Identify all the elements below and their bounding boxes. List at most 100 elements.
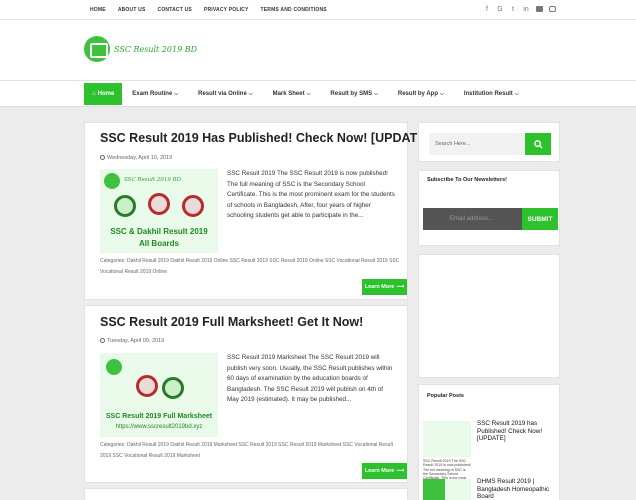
ad-widget bbox=[418, 254, 560, 378]
category-link[interactable]: SSC Result 2019 Online bbox=[269, 258, 323, 264]
popular-title: Popular Posts bbox=[427, 393, 464, 399]
category-link[interactable]: Dakhil Result 2019 bbox=[127, 258, 169, 264]
top-nav-about[interactable]: ABOUT US bbox=[112, 7, 152, 13]
popular-thumbnail[interactable] bbox=[423, 479, 471, 500]
thumb-caption: SSC Result 2019 Full Marksheet bbox=[105, 413, 213, 420]
chevron-down-icon: ⌵ bbox=[306, 91, 311, 97]
post-title[interactable]: SSC Result 2019 Has Published! Check Now… bbox=[100, 131, 430, 145]
top-nav-terms[interactable]: TERMS AND CONDITIONS bbox=[255, 7, 333, 13]
logo-badge-icon bbox=[84, 36, 110, 62]
nav-label: Result by App bbox=[397, 91, 439, 97]
category-link[interactable]: Dakhil Result 2019 Online bbox=[170, 258, 228, 264]
post-date-text: Wednesday, April 10, 2019 bbox=[107, 155, 173, 161]
board-seal-icon bbox=[182, 195, 204, 217]
category-link[interactable]: SSC Result 2019 Marksheet bbox=[278, 442, 341, 448]
board-seal-icon bbox=[423, 430, 435, 442]
nav-result-app[interactable]: Result by App ⌵ bbox=[388, 83, 454, 105]
search-widget: Search Here... bbox=[418, 122, 560, 162]
thumb-logo-icon bbox=[106, 359, 122, 375]
logo-badge-icon bbox=[423, 479, 445, 500]
top-nav-contact[interactable]: CONTACT US bbox=[152, 7, 198, 13]
board-seal-icon bbox=[162, 377, 184, 399]
nav-institution-result[interactable]: Institution Result ⌵ bbox=[454, 83, 529, 105]
categories-label: Categories: bbox=[100, 258, 126, 264]
clock-icon bbox=[100, 338, 105, 343]
top-nav: HOME ABOUT US CONTACT US PRIVACY POLICY … bbox=[84, 0, 333, 20]
post-date: Tuesday, April 09, 2019 bbox=[100, 338, 164, 344]
post-excerpt: SSC Result 2019 The SSC Result 2019 is n… bbox=[227, 170, 395, 220]
home-icon: ⌂ bbox=[92, 91, 96, 97]
post-categories: Categories: Dakhil Result 2019 Dakhil Re… bbox=[100, 440, 400, 462]
nav-exam-routine[interactable]: Exam Routine ⌵ bbox=[122, 83, 188, 105]
top-nav-home[interactable]: HOME bbox=[84, 7, 112, 13]
category-link[interactable]: SSC Vocational Result 2019 bbox=[325, 258, 388, 264]
post-thumbnail[interactable]: SSC Result 2019 BD SSC & Dakhil Result 2… bbox=[100, 169, 218, 253]
board-seal-icon bbox=[148, 193, 170, 215]
categories-label: Categories: bbox=[100, 442, 126, 448]
facebook-icon[interactable]: f bbox=[483, 6, 491, 14]
category-link[interactable]: SSC Vocational Result 2019 Marksheet bbox=[113, 453, 201, 459]
nav-home-label: Home bbox=[97, 91, 115, 97]
popular-post-title[interactable]: SSC Result 2019 has Published! Check Now… bbox=[477, 420, 557, 443]
youtube-icon[interactable] bbox=[535, 5, 543, 15]
nav-label: Result by SMS bbox=[330, 91, 373, 97]
google-plus-icon[interactable]: G bbox=[496, 6, 504, 14]
nav-label: Institution Result bbox=[463, 91, 513, 97]
chevron-down-icon: ⌵ bbox=[374, 91, 378, 97]
clock-icon bbox=[100, 155, 105, 160]
search-input[interactable]: Search Here... bbox=[429, 133, 525, 155]
category-link[interactable]: Dakhil Result 2019 Marksheet bbox=[170, 442, 237, 448]
learn-more-button[interactable]: Learn More ⟶ bbox=[362, 463, 407, 479]
thumb-caption-sub: All Boards bbox=[138, 239, 179, 248]
top-nav-privacy[interactable]: PRIVACY POLICY bbox=[198, 7, 255, 13]
chevron-down-icon: ⌵ bbox=[440, 91, 444, 97]
nav-result-sms[interactable]: Result by SMS ⌵ bbox=[320, 83, 387, 105]
site-header: SSC Result 2019 BD bbox=[0, 20, 636, 81]
category-link[interactable]: SSC Result 2019 bbox=[238, 442, 276, 448]
submit-button[interactable]: SUBMIT bbox=[522, 208, 558, 230]
board-seal-icon bbox=[114, 195, 136, 217]
social-links: f G t in bbox=[483, 0, 556, 20]
post-categories: Categories: Dakhil Result 2019 Dakhil Re… bbox=[100, 256, 400, 278]
learn-more-button[interactable]: Learn More ⟶ bbox=[362, 279, 407, 295]
post-title[interactable]: SSC Result 2019 Full Marksheet! Get It N… bbox=[100, 315, 363, 329]
popular-post-title[interactable]: DHMS Result 2019 | Bangladesh Homeopathi… bbox=[477, 478, 557, 500]
nav-label: Result via Online bbox=[198, 91, 247, 97]
email-field[interactable]: Email address... bbox=[423, 208, 522, 230]
board-seal-icon bbox=[423, 442, 435, 454]
thumb-logo-icon bbox=[423, 421, 432, 430]
post-excerpt: SSC Result 2019 Marksheet The SSC Result… bbox=[227, 354, 393, 404]
search-icon bbox=[533, 139, 543, 149]
category-link[interactable]: Dakhil Result 2019 bbox=[127, 442, 169, 448]
top-bar: HOME ABOUT US CONTACT US PRIVACY POLICY … bbox=[0, 0, 636, 20]
nav-label: Exam Routine bbox=[132, 91, 173, 97]
site-logo[interactable]: SSC Result 2019 BD bbox=[84, 36, 197, 62]
thumb-caption: SSC & Dakhil Result 2019 bbox=[110, 227, 208, 236]
post-date: Wednesday, April 10, 2019 bbox=[100, 155, 172, 161]
post-date-text: Tuesday, April 09, 2019 bbox=[107, 338, 165, 344]
nav-label: Mark Sheet bbox=[272, 91, 305, 97]
post-card: SSC Result 2019 Has Published! Check Now… bbox=[84, 122, 430, 300]
post-thumbnail[interactable]: SSC Result 2019 Full Marksheet https://w… bbox=[100, 353, 218, 437]
search-button[interactable] bbox=[525, 133, 551, 155]
category-link[interactable]: SSC Result 2019 bbox=[230, 258, 268, 264]
popular-posts-widget: Popular Posts SSC Result 2019 has Publis… bbox=[418, 384, 560, 500]
thumb-logo-icon bbox=[104, 173, 120, 189]
chevron-down-icon: ⌵ bbox=[514, 91, 519, 97]
nav-result-online[interactable]: Result via Online ⌵ bbox=[188, 83, 262, 105]
thumb-caption-sub: https://www.sscresult2019bd.xyz bbox=[115, 424, 203, 430]
post-card: SSC Result 2019 Full Marksheet! Get It N… bbox=[84, 305, 408, 483]
newsletter-title: Subscribe To Our Newsletters! bbox=[427, 177, 507, 183]
linkedin-icon[interactable]: in bbox=[522, 6, 530, 14]
twitter-icon[interactable]: t bbox=[509, 6, 517, 14]
chevron-down-icon: ⌵ bbox=[174, 91, 179, 97]
instagram-icon[interactable] bbox=[548, 5, 556, 15]
popular-thumbnail[interactable] bbox=[423, 421, 471, 457]
arrow-right-icon: ⟶ bbox=[396, 468, 405, 474]
main-nav: ⌂ Home Exam Routine ⌵ Result via Online ⌵ M… bbox=[0, 81, 636, 107]
board-seal-icon bbox=[136, 375, 158, 397]
nav-mark-sheet[interactable]: Mark Sheet ⌵ bbox=[263, 83, 321, 105]
nav-home[interactable]: ⌂ Home bbox=[84, 83, 123, 105]
newsletter-widget: Subscribe To Our Newsletters! Email addr… bbox=[418, 170, 560, 246]
learn-more-label: Learn More bbox=[364, 284, 395, 290]
